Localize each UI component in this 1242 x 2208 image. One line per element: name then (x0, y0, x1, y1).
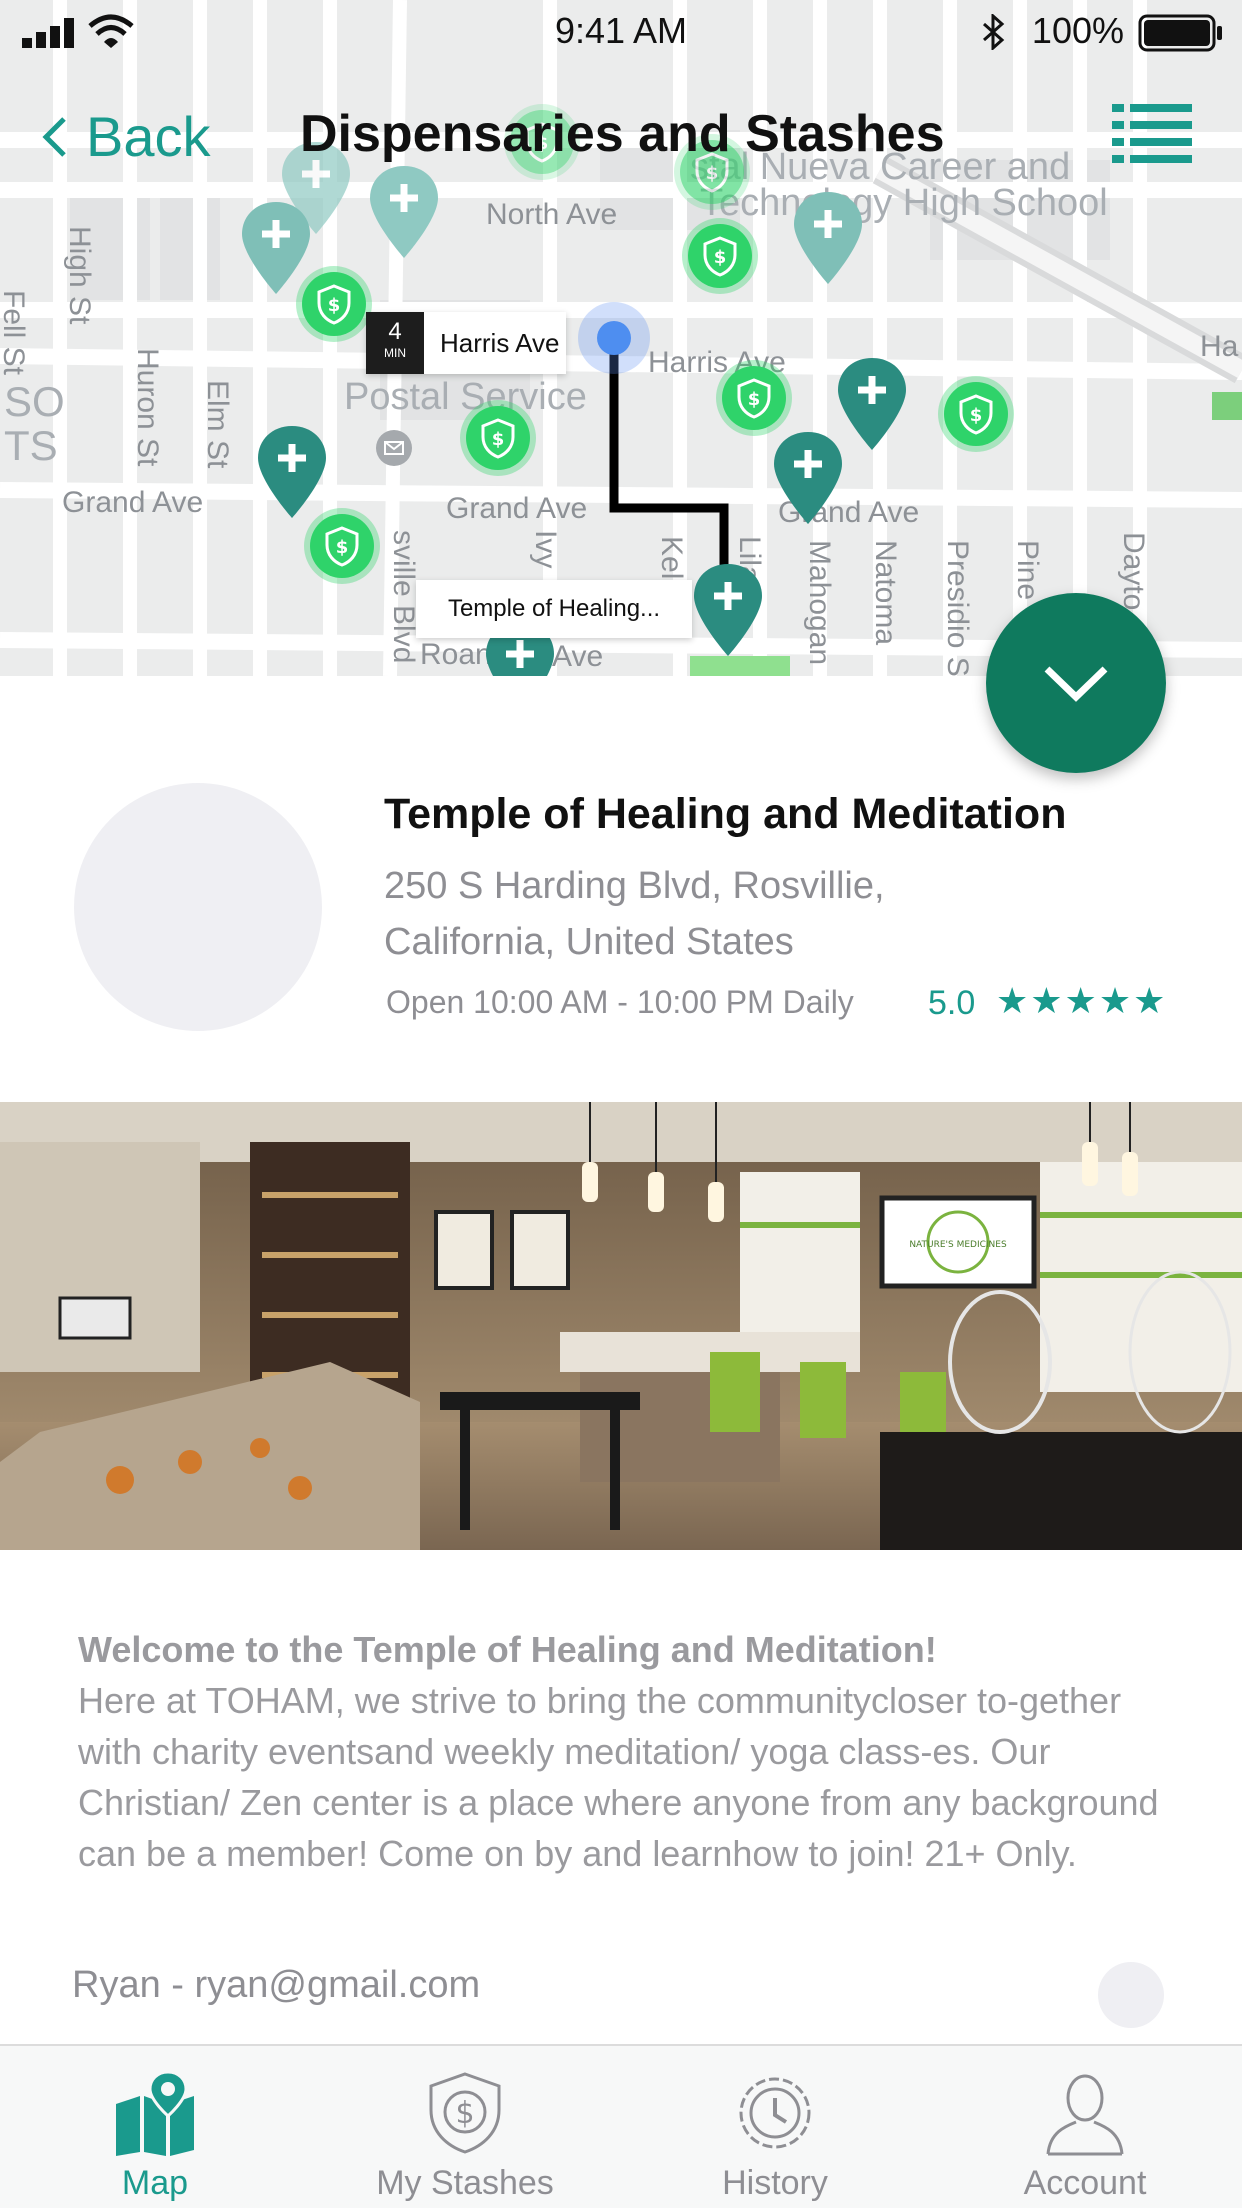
collapse-details-button[interactable] (986, 593, 1166, 773)
current-location-dot (578, 302, 650, 374)
street-label-elm: Elm St (201, 380, 234, 469)
history-clock-icon (739, 2077, 811, 2149)
place-avatar (74, 783, 322, 1031)
poi-ts: TS (4, 422, 58, 469)
street-label-mahogany: Mahogan (803, 540, 836, 666)
poi-so: SO (4, 378, 65, 425)
dispensary-pin-icon[interactable] (836, 356, 908, 452)
street-label-fell: Fell St (0, 290, 30, 376)
street-label-high: High St (63, 226, 96, 325)
street-label-ha: Ha (1200, 330, 1239, 363)
contact-info[interactable]: Ryan - ryan@gmail.com (72, 1964, 480, 2007)
map-view[interactable]: North Ave Grand Ave Grand Ave Grand Ave … (0, 0, 1242, 676)
svg-text:$: $ (455, 2096, 474, 2131)
dispensary-pin-icon[interactable] (240, 200, 312, 296)
street-label-roan-ave: Ave (552, 640, 604, 673)
page-title: Dispensaries and Stashes (300, 105, 945, 163)
dispensary-pin-icon[interactable] (692, 562, 764, 658)
street-label-natoma: Natoma (869, 540, 902, 646)
place-rating: 5.0 (928, 984, 976, 1022)
svg-text:$: $ (748, 389, 761, 410)
svg-text:$: $ (492, 429, 505, 450)
place-description: Welcome to the Temple of Healing and Med… (78, 1624, 1178, 1879)
description-heading: Welcome to the Temple of Healing and Med… (78, 1629, 937, 1670)
interior-photo: NATURE'S MEDICINES (0, 1102, 1242, 1550)
battery-percent: 100% (1031, 10, 1124, 51)
tab-map[interactable]: Map (0, 2046, 310, 2208)
tab-label: History (722, 2164, 828, 2202)
street-label-roan: Roan (420, 638, 492, 671)
street-label-pine: Pine (1011, 540, 1044, 601)
stash-marker-icon[interactable]: $ (688, 224, 752, 288)
svg-text:$: $ (970, 405, 983, 426)
place-photo[interactable]: NATURE'S MEDICINES (0, 1102, 1242, 1550)
bluetooth-icon (983, 14, 1005, 50)
eta-minutes: 4 (388, 318, 402, 345)
street-label-ville: sville Blvd (387, 530, 420, 664)
back-label: Back (86, 105, 211, 168)
svg-text:$: $ (706, 163, 719, 184)
description-body: Here at TOHAM, we strive to bring the co… (78, 1680, 1159, 1874)
street-label-huron: Huron St (131, 348, 164, 467)
stash-marker-icon[interactable]: $ (310, 514, 374, 578)
tab-account[interactable]: Account (930, 2046, 1240, 2208)
rating-stars-icon: ★★★★★ (996, 980, 1168, 1021)
street-label-grand: Grand Ave (446, 492, 588, 525)
svg-text:$: $ (714, 247, 727, 268)
street-label-grand: Grand Ave (62, 486, 204, 519)
account-person-icon (1046, 2074, 1124, 2156)
tab-label: Map (121, 2164, 189, 2202)
svg-text:$: $ (336, 537, 349, 558)
destination-callout[interactable]: Temple of Healing... (416, 580, 692, 638)
mail-icon (376, 430, 412, 466)
eta-badge: 4 MIN (366, 312, 424, 374)
battery-icon (1138, 14, 1222, 52)
dispensary-pin-icon[interactable] (772, 430, 844, 526)
stash-marker-icon[interactable]: $ (302, 272, 366, 336)
tab-label: Account (1023, 2164, 1147, 2202)
status-bar: 9:41 AM 100% (0, 0, 1242, 64)
tab-label: My Stashes (376, 2164, 554, 2202)
tv-screen-logo: NATURE'S MEDICINES (909, 1240, 1007, 1250)
stash-marker-icon[interactable]: $ (466, 406, 530, 470)
dispensary-pin-icon[interactable] (792, 190, 864, 286)
stash-marker-icon[interactable]: $ (722, 366, 786, 430)
back-button[interactable]: Back (40, 104, 211, 169)
dispensary-pin-icon[interactable] (256, 424, 328, 520)
street-label-ivy: Ivy (529, 530, 562, 569)
street-label-north: North Ave (486, 198, 618, 231)
chevron-down-icon (1044, 666, 1108, 702)
place-name: Temple of Healing and Meditation (384, 790, 1067, 838)
eta-unit: MIN (384, 346, 406, 360)
eta-street: Harris Ave (440, 327, 560, 358)
tab-bar: Map $ My Stashes History Account (0, 2044, 1242, 2208)
contact-avatar (1098, 1962, 1164, 2028)
stash-marker-icon[interactable]: $ (944, 382, 1008, 446)
dispensary-pin-icon[interactable] (368, 164, 440, 260)
eta-label: 4 MIN Harris Ave (366, 312, 566, 374)
street-label-presidio: Presidio S (941, 540, 974, 676)
poi-postal: Postal Service (344, 376, 587, 418)
tab-history[interactable]: History (620, 2046, 930, 2208)
place-address: 250 S Harding Blvd, Rosvillie, Californi… (384, 865, 885, 963)
tab-my-stashes[interactable]: $ My Stashes (310, 2046, 620, 2208)
stash-shield-icon: $ (429, 2072, 501, 2154)
list-view-icon[interactable] (1112, 104, 1192, 164)
svg-text:$: $ (328, 295, 341, 316)
map-pin-icon (116, 2070, 194, 2156)
street-label-kel: Kel (655, 536, 688, 580)
place-hours: Open 10:00 AM - 10:00 PM Daily (386, 984, 854, 1020)
chevron-left-icon (42, 116, 66, 157)
street-label-dayto: Dayto (1117, 532, 1150, 611)
